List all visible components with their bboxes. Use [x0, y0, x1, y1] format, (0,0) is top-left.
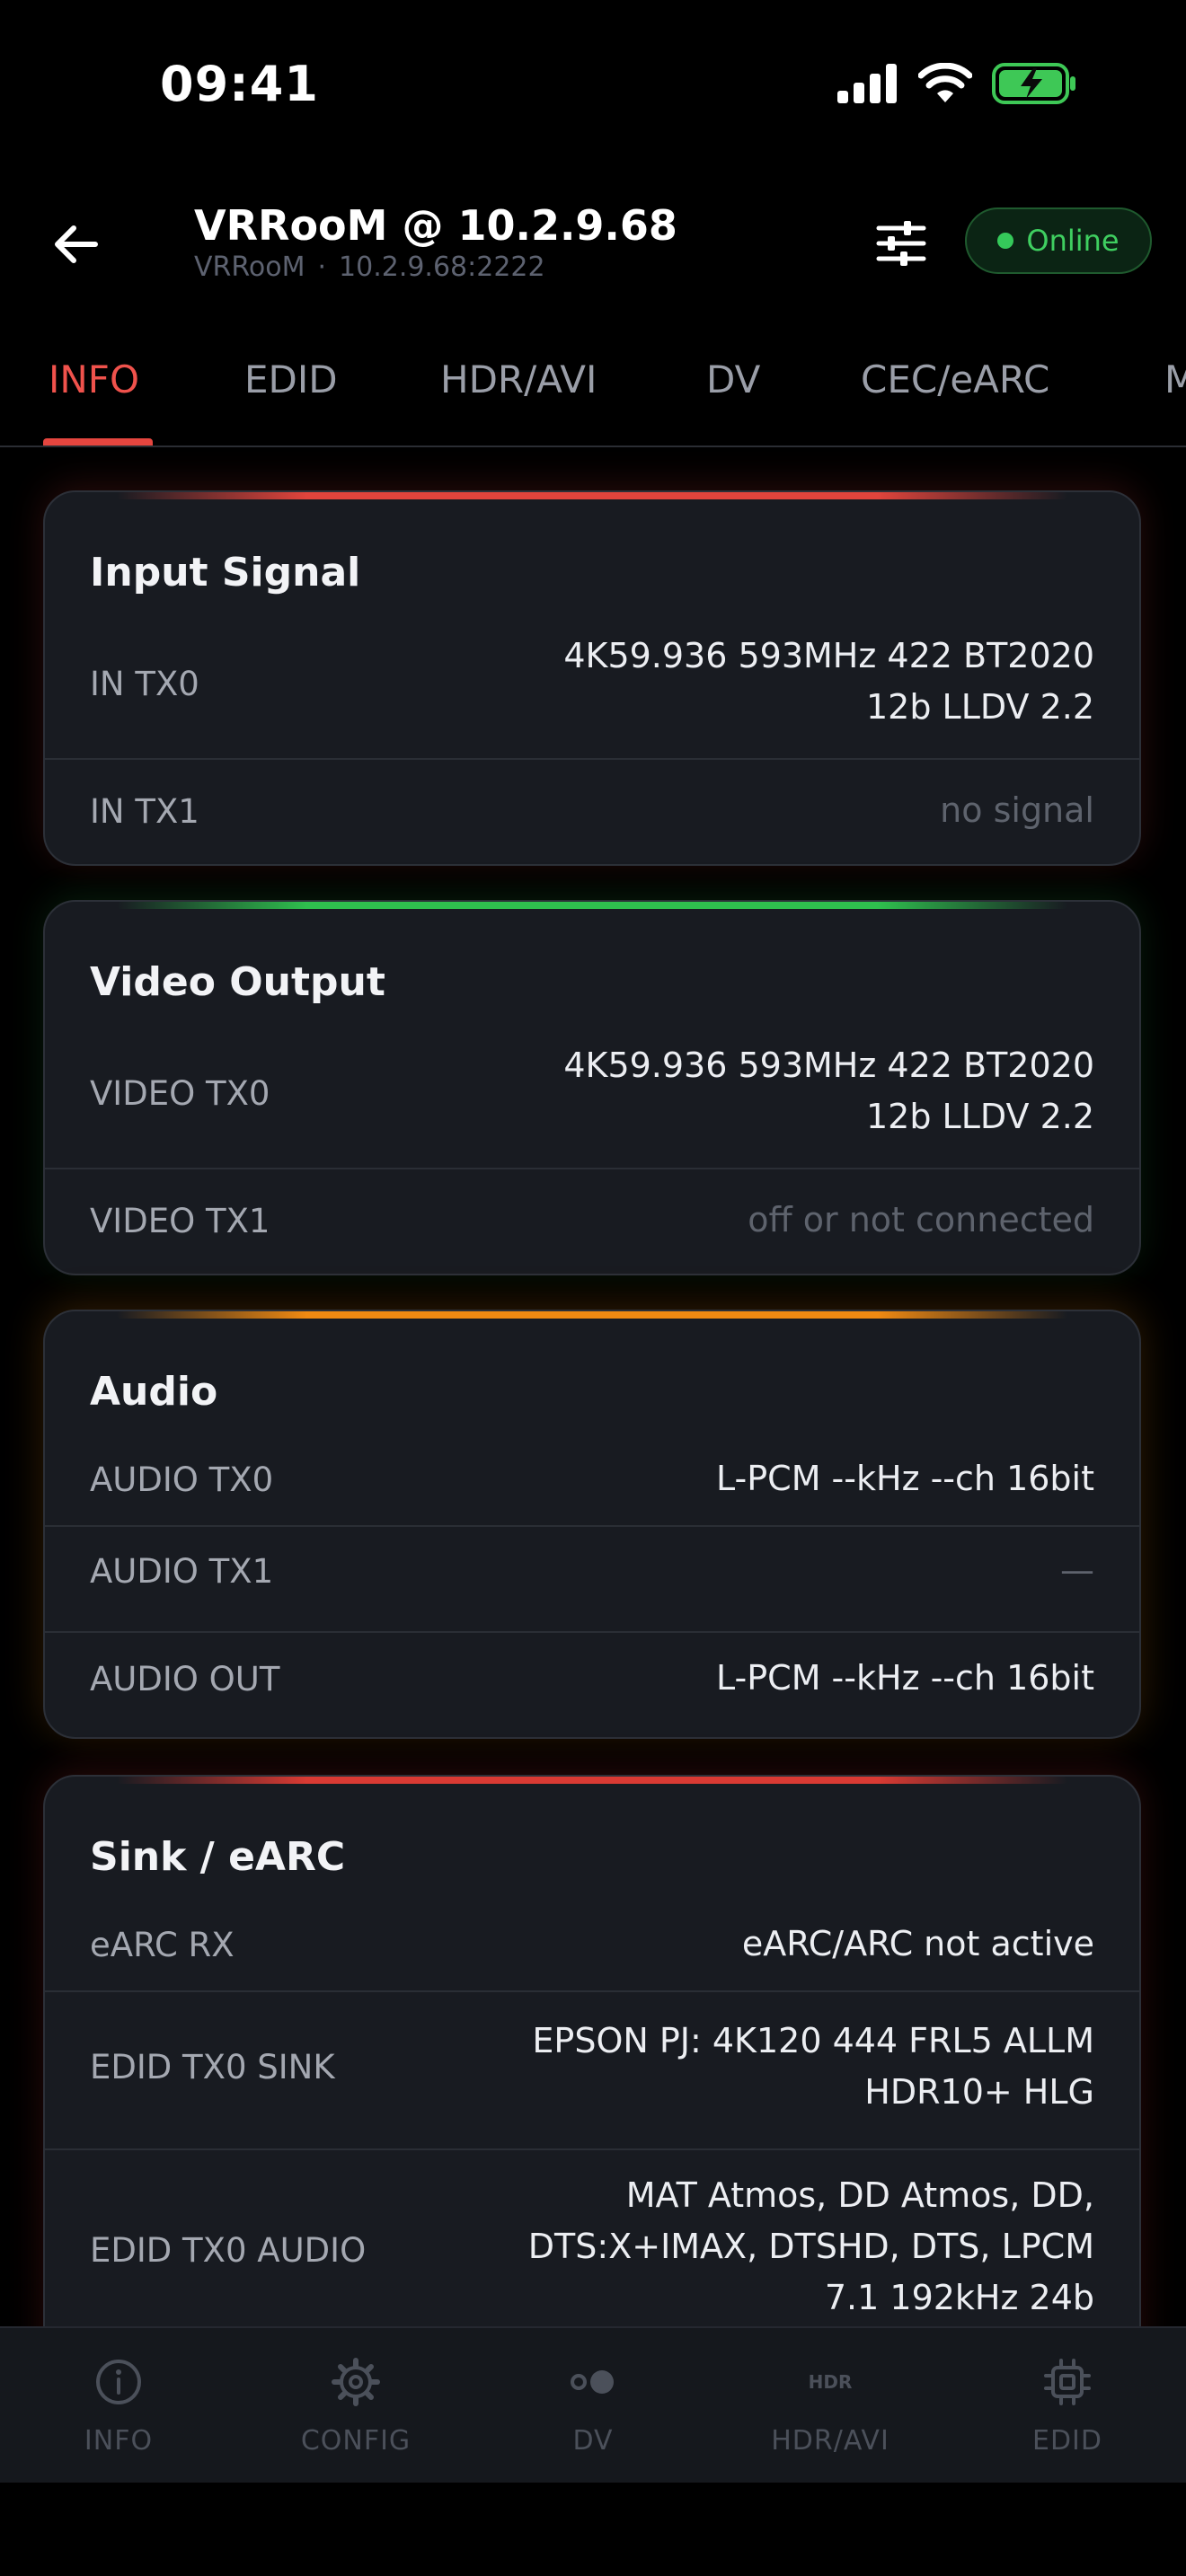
device-subtitle: VRRooM · 10.2.9.68:2222	[194, 251, 545, 283]
wifi-icon	[918, 63, 972, 102]
bottom-nav-hdr-avi[interactable]: HDR HDR/AVI	[712, 2328, 949, 2484]
tab-info[interactable]: INFO	[49, 357, 139, 401]
hdr-icon: HDR	[803, 2355, 857, 2409]
card-title: Input Signal	[90, 550, 361, 595]
bottom-nav-config[interactable]: CONFIG	[237, 2328, 474, 2484]
tune-settings-icon[interactable]	[873, 216, 929, 271]
bottom-nav-dv[interactable]: DV	[474, 2328, 712, 2484]
row-label: EDID TX0 AUDIO	[90, 2231, 367, 2270]
device-address: 10.2.9.68:2222	[339, 251, 545, 283]
row-value: 4K59.936 593MHz 422 BT2020 12b LLDV 2.2	[563, 631, 1094, 733]
row-label: EDID TX0 SINK	[90, 2048, 335, 2086]
bottom-nav-label: HDR/AVI	[771, 2425, 890, 2457]
app-header: VRRooM @ 10.2.9.68 VRRooM · 10.2.9.68:2222…	[0, 171, 1186, 323]
row-value: 4K59.936 593MHz 422 BT2020 12b LLDV 2.2	[563, 1040, 1094, 1142]
card-accent-bar	[117, 1311, 1067, 1319]
row-label: VIDEO TX0	[90, 1074, 270, 1113]
row-label: IN TX1	[90, 792, 199, 831]
info-row-in-tx1: IN TX1 no signal	[45, 760, 1139, 864]
row-value-line: DTS:X+IMAX, DTSHD, DTS, LPCM	[527, 2227, 1094, 2266]
top-tab-bar: INFO EDID HDR/AVI DV CEC/eARC M	[0, 341, 1186, 447]
row-value-line: 12b LLDV 2.2	[866, 1097, 1094, 1136]
online-dot-icon	[997, 233, 1014, 249]
tab-edid[interactable]: EDID	[244, 357, 338, 401]
active-tab-indicator	[43, 438, 153, 446]
row-label: AUDIO TX1	[90, 1552, 274, 1591]
row-value-line: 4K59.936 593MHz 422 BT2020	[563, 1045, 1094, 1085]
row-label: AUDIO OUT	[90, 1660, 280, 1698]
info-row-video-tx0: VIDEO TX0 4K59.936 593MHz 422 BT2020 12b…	[45, 1028, 1139, 1166]
connection-status-label: Online	[1026, 224, 1120, 258]
row-value-line: 7.1 192kHz 24b	[824, 2278, 1094, 2317]
row-value: L-PCM --kHz --ch 16bit	[716, 1459, 1094, 1498]
status-bar: 09:41	[0, 0, 1186, 171]
signal-icon	[837, 64, 897, 103]
bottom-nav-label: CONFIG	[300, 2425, 412, 2457]
tab-more[interactable]: M	[1164, 357, 1186, 401]
audio-card: Audio AUDIO TX0 L-PCM --kHz --ch 16bit A…	[43, 1310, 1141, 1739]
subtitle-separator: ·	[317, 251, 327, 283]
info-row-audio-out: AUDIO OUT L-PCM --kHz --ch 16bit	[45, 1633, 1139, 1737]
info-row-audio-tx0: AUDIO TX0 L-PCM --kHz --ch 16bit	[45, 1434, 1139, 1523]
chip-icon	[1044, 2359, 1091, 2405]
bottom-nav-label: INFO	[84, 2425, 154, 2457]
card-accent-bar	[117, 492, 1067, 499]
hdr-icon-text: HDR	[808, 2371, 853, 2393]
tab-cec-earc[interactable]: CEC/eARC	[861, 357, 1049, 401]
video-output-card: Video Output VIDEO TX0 4K59.936 593MHz 4…	[43, 900, 1141, 1275]
row-value: eARC/ARC not active	[741, 1924, 1094, 1963]
sink-earc-card: Sink / eARC eARC RX eARC/ARC not active …	[43, 1775, 1141, 2404]
card-accent-bar	[117, 902, 1067, 909]
bottom-nav-info[interactable]: INFO	[0, 2328, 237, 2484]
row-value-line: 12b LLDV 2.2	[866, 687, 1094, 727]
info-row-video-tx1: VIDEO TX1 off or not connected	[45, 1169, 1139, 1274]
card-title: Audio	[90, 1369, 218, 1415]
info-row-earc-rx: eARC RX eARC/ARC not active	[45, 1899, 1139, 1989]
info-row-audio-tx1: AUDIO TX1 —	[45, 1527, 1139, 1631]
row-value: MAT Atmos, DD Atmos, DD, DTS:X+IMAX, DTS…	[528, 2170, 1094, 2324]
row-value-line: 4K59.936 593MHz 422 BT2020	[563, 636, 1094, 675]
back-arrow-icon[interactable]	[47, 216, 104, 273]
battery-charging-icon	[992, 63, 1075, 104]
card-title: Video Output	[90, 959, 385, 1005]
page-title: VRRooM @ 10.2.9.68	[194, 201, 677, 250]
connection-status-badge: Online	[965, 207, 1152, 274]
row-label: VIDEO TX1	[90, 1202, 270, 1240]
row-value-line: EPSON PJ: 4K120 444 FRL5 ALLM	[532, 2021, 1094, 2060]
row-label: eARC RX	[90, 1926, 235, 1964]
gear-icon	[332, 2358, 380, 2406]
bottom-nav-label: DV	[572, 2425, 614, 2457]
row-label: IN TX0	[90, 665, 199, 703]
row-value: EPSON PJ: 4K120 444 FRL5 ALLM HDR10+ HLG	[532, 2016, 1094, 2118]
card-title: Sink / eARC	[90, 1834, 346, 1880]
bottom-nav-edid[interactable]: EDID	[949, 2328, 1186, 2484]
home-indicator-area	[0, 2483, 1186, 2576]
row-value: off or not connected	[748, 1200, 1094, 1239]
info-row-edid-tx0-sink: EDID TX0 SINK EPSON PJ: 4K120 444 FRL5 A…	[45, 1992, 1139, 2148]
bottom-navigation: INFO CONFIG DV HDR HDR/AVI EDID	[0, 2326, 1186, 2484]
tab-dv[interactable]: DV	[706, 357, 760, 401]
row-value-line: HDR10+ HLG	[864, 2072, 1094, 2112]
info-icon	[96, 2360, 141, 2404]
toggle-icon	[571, 2370, 614, 2394]
tab-hdr-avi[interactable]: HDR/AVI	[440, 357, 597, 401]
card-accent-bar	[117, 1777, 1067, 1784]
status-icons	[837, 63, 1076, 104]
row-value: —	[1060, 1550, 1094, 1590]
status-time: 09:41	[160, 56, 319, 112]
device-name: VRRooM	[194, 251, 305, 283]
row-value: no signal	[940, 790, 1094, 830]
row-label: AUDIO TX0	[90, 1460, 274, 1499]
row-value: L-PCM --kHz --ch 16bit	[716, 1658, 1094, 1698]
bottom-nav-label: EDID	[1031, 2425, 1102, 2457]
row-value-line: MAT Atmos, DD Atmos, DD,	[625, 2175, 1094, 2215]
input-signal-card: Input Signal IN TX0 4K59.936 593MHz 422 …	[43, 490, 1141, 866]
info-row-in-tx0: IN TX0 4K59.936 593MHz 422 BT2020 12b LL…	[45, 618, 1139, 756]
